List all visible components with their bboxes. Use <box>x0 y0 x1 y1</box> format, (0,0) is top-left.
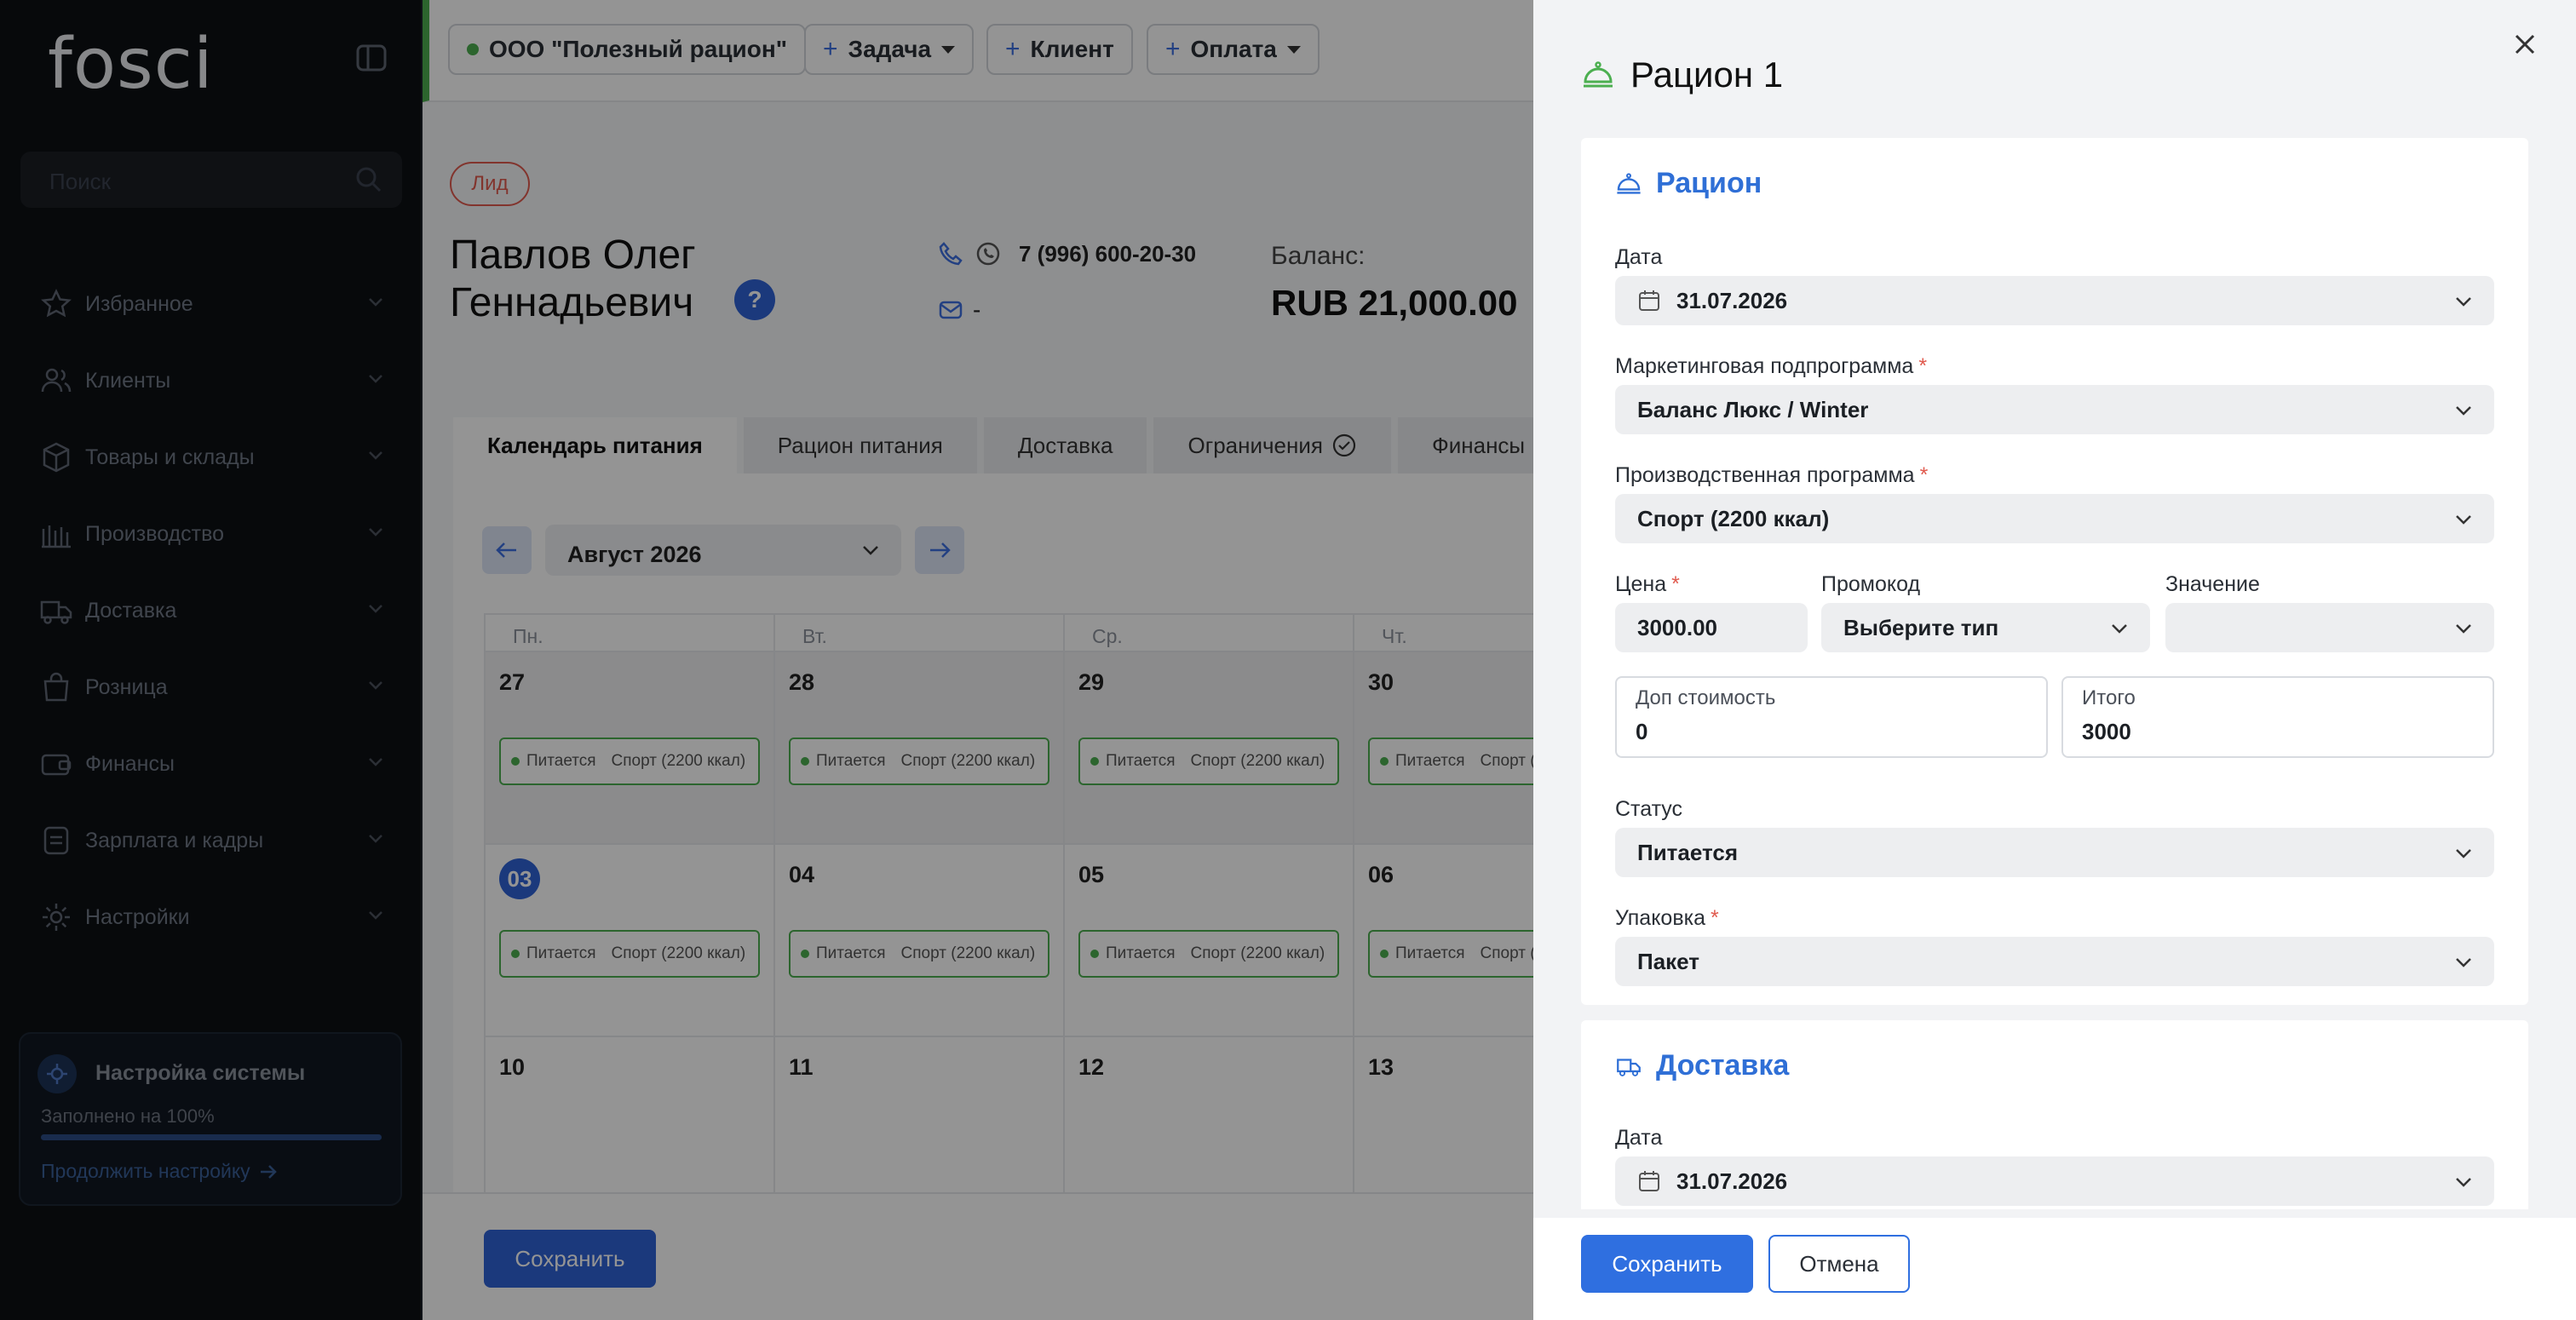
drawer-header: Рацион 1 <box>1581 55 1783 95</box>
food-cover-icon <box>1584 61 1613 88</box>
required-marker: * <box>1919 463 1929 487</box>
food-cover-icon <box>1617 172 1641 194</box>
chevron-down-icon <box>2456 297 2471 307</box>
calendar-icon <box>1639 290 1659 311</box>
ration-section-header: Рацион <box>1615 167 1762 200</box>
value-select[interactable] <box>2165 603 2494 652</box>
production-label: Производственная программа * <box>1615 463 1928 488</box>
chevron-down-icon <box>2456 1178 2471 1187</box>
calendar-icon <box>1639 1171 1659 1191</box>
marketing-value: Баланс Люкс / Winter <box>1637 396 1869 422</box>
total-label: Итого <box>2082 686 2136 709</box>
package-label-text: Упаковка <box>1615 906 1705 930</box>
value-label: Значение <box>2165 572 2260 596</box>
delivery-date-label: Дата <box>1615 1126 1663 1150</box>
ration-drawer: Рацион 1 Рацион Дата 31.07.2026 Маркетин… <box>1533 0 2576 1320</box>
promo-value: Выберите тип <box>1843 614 1999 640</box>
delivery-date-select[interactable]: 31.07.2026 <box>1615 1156 2494 1206</box>
drawer-footer: Сохранить Отмена <box>1533 1218 2576 1320</box>
status-select[interactable]: Питается <box>1615 828 2494 877</box>
cancel-button[interactable]: Отмена <box>1768 1235 1910 1293</box>
delivery-section-title: Доставка <box>1656 1049 1790 1082</box>
chevron-down-icon <box>2456 624 2471 634</box>
promo-select[interactable]: Выберите тип <box>1821 603 2150 652</box>
marketing-select[interactable]: Баланс Люкс / Winter <box>1615 385 2494 434</box>
ration-section: Рацион Дата 31.07.2026 Маркетинговая под… <box>1581 138 2528 1005</box>
modal-backdrop[interactable] <box>0 0 1533 1320</box>
total-value: 3000 <box>2082 719 2131 744</box>
price-value: 3000.00 <box>1637 614 1717 640</box>
price-label: Цена * <box>1615 572 1680 597</box>
extra-cost-input[interactable]: Доп стоимость 0 <box>1615 676 2048 758</box>
extra-cost-value: 0 <box>1636 719 1648 744</box>
promo-label: Промокод <box>1821 572 1921 596</box>
marketing-label-text: Маркетинговая подпрограмма <box>1615 354 1914 378</box>
status-value: Питается <box>1637 839 1739 865</box>
production-value: Спорт (2200 ккал) <box>1637 505 1830 531</box>
required-marker: * <box>1711 906 1719 930</box>
date-select[interactable]: 31.07.2026 <box>1615 276 2494 325</box>
total-input[interactable]: Итого 3000 <box>2061 676 2494 758</box>
truck-icon <box>1617 1058 1641 1076</box>
chevron-down-icon <box>2112 624 2127 634</box>
save-button[interactable]: Сохранить <box>1581 1235 1753 1293</box>
chevron-down-icon <box>2456 515 2471 525</box>
chevron-down-icon <box>2456 849 2471 858</box>
marketing-label: Маркетинговая подпрограмма * <box>1615 354 1927 379</box>
ration-section-title: Рацион <box>1656 167 1762 199</box>
price-input[interactable]: 3000.00 <box>1615 603 1808 652</box>
production-select[interactable]: Спорт (2200 ккал) <box>1615 494 2494 543</box>
close-icon[interactable] <box>2508 27 2542 61</box>
delivery-date-value: 31.07.2026 <box>1676 1168 1788 1194</box>
chevron-down-icon <box>2456 406 2471 416</box>
price-label-text: Цена <box>1615 572 1667 596</box>
package-select[interactable]: Пакет <box>1615 937 2494 986</box>
package-label: Упаковка * <box>1615 906 1719 931</box>
delivery-section: Доставка Дата 31.07.2026 <box>1581 1020 2528 1209</box>
drawer-title: Рацион 1 <box>1630 55 1784 95</box>
extra-cost-label: Доп стоимость <box>1636 686 1776 709</box>
production-label-text: Производственная программа <box>1615 463 1915 487</box>
chevron-down-icon <box>2456 958 2471 967</box>
delivery-section-header: Доставка <box>1615 1049 1789 1082</box>
required-marker: * <box>1918 354 1928 378</box>
required-marker: * <box>1671 572 1680 596</box>
date-label: Дата <box>1615 245 1663 269</box>
status-label: Статус <box>1615 797 1683 821</box>
package-value: Пакет <box>1637 948 1700 974</box>
date-value: 31.07.2026 <box>1676 287 1788 313</box>
drawer-scroll-area[interactable]: Рацион Дата 31.07.2026 Маркетинговая под… <box>1581 138 2528 1209</box>
